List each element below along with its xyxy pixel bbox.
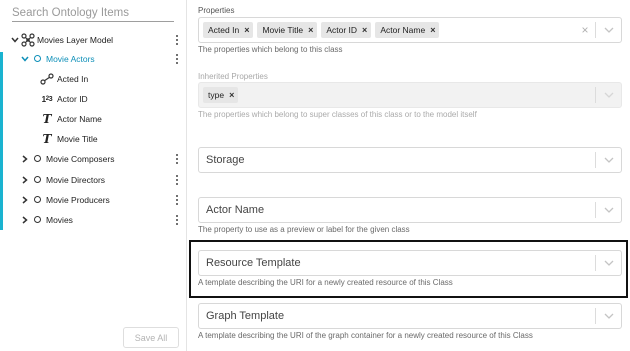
- ontology-tree-panel: Movies Layer Model Movie Actors Acted In…: [0, 0, 187, 351]
- inherited-properties-multiselect: type ×: [198, 82, 622, 108]
- dropdown-chevron-icon[interactable]: [595, 22, 621, 38]
- tree-class-movie-directors[interactable]: Movie Directors: [0, 171, 186, 189]
- tree-property-actor-id[interactable]: 123 Actor ID: [0, 90, 186, 108]
- tree-property-movie-title[interactable]: T Movie Title: [0, 130, 186, 148]
- chevron-right-icon[interactable]: [20, 154, 30, 164]
- clear-all-icon[interactable]: ×: [579, 22, 591, 38]
- remove-chip-icon: ×: [229, 90, 235, 100]
- text-icon: T: [42, 132, 52, 146]
- dropdown-chevron-icon[interactable]: [595, 202, 621, 218]
- tree-class-label: Movie Actors: [46, 54, 95, 64]
- chevron-right-icon[interactable]: [20, 175, 30, 185]
- more-options-icon[interactable]: [174, 153, 180, 165]
- dropdown-chevron-icon[interactable]: [595, 255, 621, 271]
- class-circle-icon: [34, 55, 41, 62]
- graph-template-helper-text: A template describing the URI of the gra…: [198, 331, 533, 340]
- tree-root-model[interactable]: Movies Layer Model: [0, 31, 186, 49]
- more-options-icon[interactable]: [174, 174, 180, 186]
- class-circle-icon: [34, 196, 41, 203]
- tree-property-actor-name[interactable]: T Actor Name: [0, 110, 186, 128]
- more-options-icon[interactable]: [174, 214, 180, 226]
- property-chip: Acted In ×: [203, 22, 254, 38]
- property-chip: Actor Name ×: [375, 22, 440, 38]
- resource-template-select-value: Resource Template: [206, 257, 301, 269]
- resource-template-helper-text: A template describing the URI for a newl…: [198, 278, 453, 287]
- inherited-property-chip: type ×: [203, 87, 239, 103]
- inherited-properties-label: Inherited Properties: [198, 72, 268, 81]
- properties-multiselect[interactable]: Acted In × Movie Title × Actor ID × Actor N…: [198, 17, 622, 43]
- number-icon: 123: [41, 94, 53, 104]
- chevron-down-icon[interactable]: [20, 54, 30, 64]
- dropdown-chevron-icon: [595, 87, 621, 103]
- inherited-helper-text: The properties which belong to super cla…: [198, 110, 477, 119]
- class-circle-icon: [34, 155, 41, 162]
- save-all-button[interactable]: Save All: [123, 327, 179, 348]
- tree-property-label: Acted In: [57, 74, 89, 84]
- class-circle-icon: [34, 176, 41, 183]
- property-chip: Movie Title ×: [257, 22, 318, 38]
- chevron-down-icon[interactable]: [10, 35, 20, 45]
- storage-select-value: Storage: [206, 154, 245, 166]
- property-chip: Actor ID ×: [321, 22, 372, 38]
- graph-template-select[interactable]: Graph Template: [198, 303, 622, 329]
- tree-class-movie-actors[interactable]: Movie Actors: [0, 50, 186, 68]
- relation-icon: [40, 73, 54, 85]
- tree-class-label: Movie Producers: [46, 195, 110, 205]
- more-options-icon[interactable]: [174, 53, 180, 65]
- resource-template-select[interactable]: Resource Template: [198, 250, 622, 276]
- tree-property-label: Actor ID: [57, 94, 88, 104]
- search-ontology-input[interactable]: [12, 4, 174, 22]
- preview-label-helper-text: The property to use as a preview or labe…: [198, 225, 410, 234]
- remove-chip-icon[interactable]: ×: [362, 25, 367, 35]
- properties-helper-text: The properties which belong to this clas…: [198, 45, 343, 54]
- preview-label-select-value: Actor Name: [206, 204, 265, 216]
- more-options-icon[interactable]: [174, 194, 180, 206]
- chevron-right-icon[interactable]: [20, 195, 30, 205]
- more-options-icon[interactable]: [174, 34, 180, 46]
- tree-class-label: Movies: [46, 215, 73, 225]
- tree-property-label: Actor Name: [57, 114, 102, 124]
- model-graph-icon: [21, 33, 35, 49]
- chevron-right-icon[interactable]: [20, 215, 30, 225]
- tree-class-movie-composers[interactable]: Movie Composers: [0, 150, 186, 168]
- tree-class-movie-producers[interactable]: Movie Producers: [0, 191, 186, 209]
- graph-template-select-value: Graph Template: [206, 310, 285, 322]
- properties-label: Properties: [198, 6, 235, 15]
- class-circle-icon: [34, 216, 41, 223]
- text-icon: T: [42, 112, 52, 126]
- tree-property-acted-in[interactable]: Acted In: [0, 70, 186, 88]
- tree-property-label: Movie Title: [57, 134, 98, 144]
- dropdown-chevron-icon[interactable]: [595, 308, 621, 324]
- tree-class-movies[interactable]: Movies: [0, 211, 186, 229]
- dropdown-chevron-icon[interactable]: [595, 152, 621, 168]
- preview-label-select[interactable]: Actor Name: [198, 197, 622, 223]
- remove-chip-icon[interactable]: ×: [430, 25, 435, 35]
- tree-class-label: Movie Directors: [46, 175, 106, 185]
- storage-select[interactable]: Storage: [198, 147, 622, 173]
- remove-chip-icon[interactable]: ×: [244, 25, 249, 35]
- tree-root-label: Movies Layer Model: [37, 35, 114, 45]
- remove-chip-icon[interactable]: ×: [308, 25, 313, 35]
- tree-class-label: Movie Composers: [46, 154, 115, 164]
